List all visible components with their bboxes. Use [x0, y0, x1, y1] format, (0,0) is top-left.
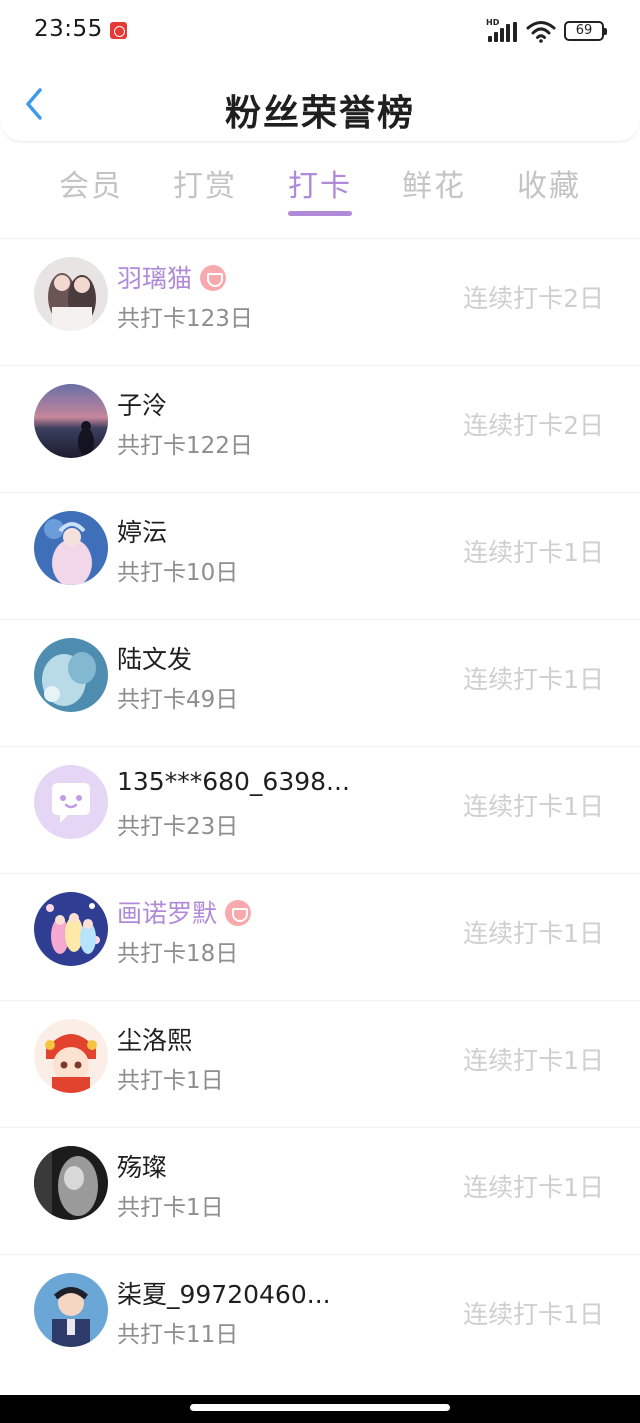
- fan-name: 婷沄: [117, 518, 168, 547]
- status-bar: 23:55 HD 69: [0, 0, 640, 60]
- streak-checkin: 连续打卡2日: [463, 411, 604, 440]
- total-checkin: 共打卡23日: [117, 814, 239, 840]
- total-checkin: 共打卡1日: [117, 1195, 224, 1221]
- fan-name: 羽璃猫: [117, 259, 227, 295]
- signal-icon: HD: [486, 18, 518, 43]
- tab-membership[interactable]: 会员: [46, 161, 136, 205]
- streak-checkin: 连续打卡2日: [463, 284, 604, 313]
- battery-level: 69: [575, 23, 593, 38]
- fan-name: 柒夏_99720460...: [117, 1280, 331, 1309]
- tab-active-indicator: [288, 211, 352, 216]
- streak-checkin: 连续打卡1日: [463, 792, 604, 821]
- app-notification-icon: [110, 22, 127, 39]
- tab-flowers[interactable]: 鲜花: [389, 161, 479, 205]
- total-checkin: 共打卡10日: [117, 560, 239, 586]
- navigation-bar: [0, 1395, 640, 1423]
- tab-favorites[interactable]: 收藏: [504, 161, 594, 205]
- streak-checkin: 连续打卡1日: [463, 919, 604, 948]
- list-item[interactable]: 陆文发 共打卡49日 连续打卡1日: [0, 619, 640, 746]
- list-item[interactable]: 羽璃猫 共打卡123日 连续打卡2日: [0, 238, 640, 365]
- fan-list: 羽璃猫 共打卡123日 连续打卡2日 子泠 共打卡122日 连续打卡2日 婷沄 …: [0, 238, 640, 1381]
- fan-name: 画诺罗默: [117, 894, 252, 930]
- streak-checkin: 连续打卡1日: [463, 1046, 604, 1075]
- fan-name: 殇璨: [117, 1153, 168, 1182]
- total-checkin: 共打卡1日: [117, 1068, 224, 1094]
- list-item[interactable]: 画诺罗默 共打卡18日 连续打卡1日: [0, 873, 640, 1000]
- vip-badge-icon: [200, 265, 227, 291]
- streak-checkin: 连续打卡1日: [463, 1173, 604, 1202]
- avatar[interactable]: [34, 511, 108, 585]
- list-item[interactable]: 子泠 共打卡122日 连续打卡2日: [0, 365, 640, 492]
- tab-checkin[interactable]: 打卡: [275, 161, 365, 205]
- fan-name: 陆文发: [117, 645, 193, 674]
- avatar[interactable]: [34, 257, 108, 331]
- fan-name: 子泠: [117, 391, 168, 420]
- avatar[interactable]: [34, 1146, 108, 1220]
- battery-icon: 69: [564, 21, 607, 41]
- avatar[interactable]: [34, 638, 108, 712]
- wifi-icon: [526, 21, 556, 43]
- list-item[interactable]: 殇璨 共打卡1日 连续打卡1日: [0, 1127, 640, 1254]
- list-item[interactable]: 135***680_6398... 共打卡23日 连续打卡1日: [0, 746, 640, 873]
- total-checkin: 共打卡18日: [117, 941, 239, 967]
- tab-bar: 会员 打赏 打卡 鲜花 收藏: [0, 155, 640, 220]
- fan-name-text: 画诺罗默: [117, 899, 218, 928]
- list-item[interactable]: 婷沄 共打卡10日 连续打卡1日: [0, 492, 640, 619]
- total-checkin: 共打卡49日: [117, 687, 239, 713]
- page-title: 粉丝荣誉榜: [224, 93, 415, 134]
- fan-name: 尘洛熙: [117, 1026, 193, 1055]
- vip-badge-icon: [225, 900, 252, 926]
- home-indicator[interactable]: [190, 1404, 450, 1411]
- streak-checkin: 连续打卡1日: [463, 665, 604, 694]
- total-checkin: 共打卡11日: [117, 1322, 239, 1348]
- status-icons: HD 69: [486, 18, 607, 44]
- streak-checkin: 连续打卡1日: [463, 538, 604, 567]
- tab-rewards[interactable]: 打赏: [160, 161, 250, 205]
- streak-checkin: 连续打卡1日: [463, 1300, 604, 1329]
- total-checkin: 共打卡123日: [117, 306, 253, 332]
- fan-name-text: 羽璃猫: [117, 264, 193, 293]
- avatar[interactable]: [34, 1273, 108, 1347]
- default-avatar-icon[interactable]: [34, 765, 108, 839]
- list-item[interactable]: 柒夏_99720460... 共打卡11日 连续打卡1日: [0, 1254, 640, 1381]
- fan-name: 135***680_6398...: [117, 767, 350, 796]
- status-time: 23:55: [34, 16, 103, 42]
- total-checkin: 共打卡122日: [117, 433, 253, 459]
- avatar[interactable]: [34, 1019, 108, 1093]
- avatar[interactable]: [34, 384, 108, 458]
- list-item[interactable]: 尘洛熙 共打卡1日 连续打卡1日: [0, 1000, 640, 1127]
- header: 粉丝荣誉榜: [0, 62, 640, 142]
- avatar[interactable]: [34, 892, 108, 966]
